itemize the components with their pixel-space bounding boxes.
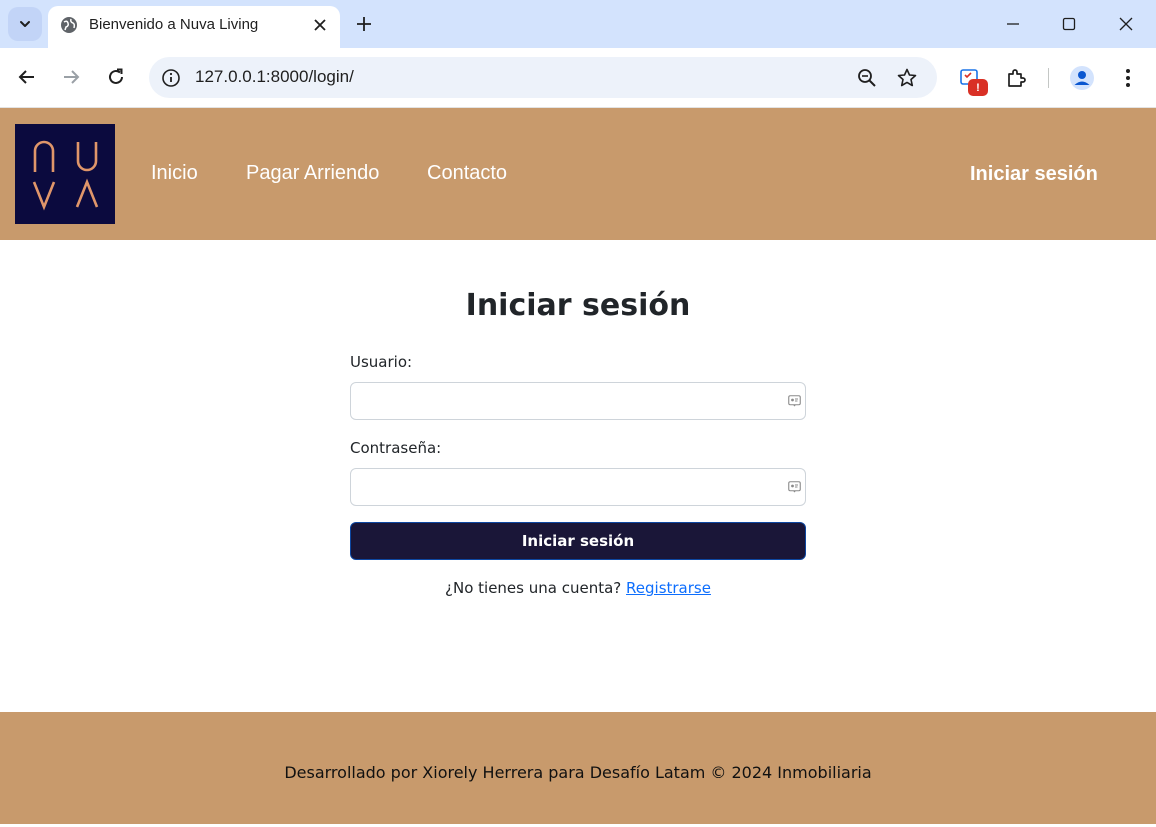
plus-icon bbox=[357, 17, 371, 31]
key-icon[interactable] bbox=[788, 395, 801, 407]
star-icon bbox=[897, 68, 917, 87]
puzzle-icon bbox=[1008, 69, 1026, 87]
profile-icon bbox=[1070, 66, 1094, 90]
browser-tab[interactable]: Bienvenido a Nuva Living bbox=[48, 6, 340, 48]
back-button[interactable] bbox=[15, 65, 39, 89]
browser-menu-button[interactable] bbox=[1115, 65, 1141, 91]
window-close-icon bbox=[1119, 17, 1133, 31]
chevron-down-icon bbox=[20, 21, 30, 27]
nuva-logo[interactable] bbox=[15, 124, 115, 224]
browser-tab-bar: Bienvenido a Nuva Living bbox=[0, 0, 1156, 48]
forward-button[interactable] bbox=[59, 65, 83, 89]
register-link[interactable]: Registrarse bbox=[626, 579, 711, 597]
bookmark-button[interactable] bbox=[896, 67, 918, 89]
new-tab-button[interactable] bbox=[352, 12, 376, 36]
footer-text: Desarrollado por Xiorely Herrera para De… bbox=[284, 763, 872, 782]
site-footer: Desarrollado por Xiorely Herrera para De… bbox=[0, 712, 1156, 824]
address-bar[interactable]: 127.0.0.1:8000/login/ bbox=[149, 57, 937, 98]
zoom-button[interactable] bbox=[856, 67, 878, 89]
page-title: Iniciar sesión bbox=[465, 288, 691, 323]
kebab-menu-icon bbox=[1126, 69, 1130, 87]
back-arrow-icon bbox=[18, 70, 34, 84]
minimize-icon bbox=[1007, 23, 1019, 25]
browser-toolbar: 127.0.0.1:8000/login/ bbox=[0, 48, 1156, 108]
reload-icon bbox=[109, 68, 123, 84]
logo-mark bbox=[32, 140, 99, 211]
login-section: Iniciar sesión Usuario: Contraseña: Inic… bbox=[0, 240, 1156, 712]
reload-button[interactable] bbox=[104, 65, 128, 89]
notification-badge: ! bbox=[968, 79, 988, 96]
username-label: Usuario: bbox=[350, 353, 413, 371]
tab-title: Bienvenido a Nuva Living bbox=[89, 16, 259, 33]
nav-inicio[interactable]: Inicio bbox=[151, 162, 198, 185]
globe-icon bbox=[61, 17, 77, 33]
info-icon[interactable] bbox=[161, 68, 181, 88]
close-icon bbox=[314, 19, 326, 31]
toolbar-separator bbox=[1048, 68, 1049, 88]
profile-button[interactable] bbox=[1069, 65, 1095, 91]
register-prompt: ¿No tienes una cuenta? Registrarse bbox=[0, 579, 1156, 597]
maximize-button[interactable] bbox=[1057, 12, 1081, 36]
address-url[interactable]: 127.0.0.1:8000/login/ bbox=[195, 67, 354, 87]
tab-search-button[interactable] bbox=[8, 7, 42, 41]
forward-arrow-icon bbox=[64, 70, 80, 84]
zoom-icon bbox=[858, 69, 876, 87]
password-label: Contraseña: bbox=[350, 439, 442, 457]
nav-pagar-arriendo[interactable]: Pagar Arriendo bbox=[246, 162, 379, 185]
nav-contacto[interactable]: Contacto bbox=[427, 162, 507, 185]
tab-close-button[interactable] bbox=[310, 15, 330, 35]
minimize-button[interactable] bbox=[1001, 12, 1025, 36]
header-login-link[interactable]: Iniciar sesión bbox=[970, 163, 1098, 186]
maximize-icon bbox=[1062, 17, 1076, 31]
extensions-button[interactable] bbox=[1003, 65, 1029, 91]
no-account-text: ¿No tienes una cuenta? bbox=[445, 579, 622, 597]
window-close-button[interactable] bbox=[1114, 12, 1138, 36]
password-input[interactable] bbox=[350, 468, 806, 506]
key-icon[interactable] bbox=[788, 481, 801, 493]
login-submit-button[interactable]: Iniciar sesión bbox=[350, 522, 806, 560]
username-input[interactable] bbox=[350, 382, 806, 420]
site-header: Inicio Pagar Arriendo Contacto Iniciar s… bbox=[0, 108, 1156, 240]
